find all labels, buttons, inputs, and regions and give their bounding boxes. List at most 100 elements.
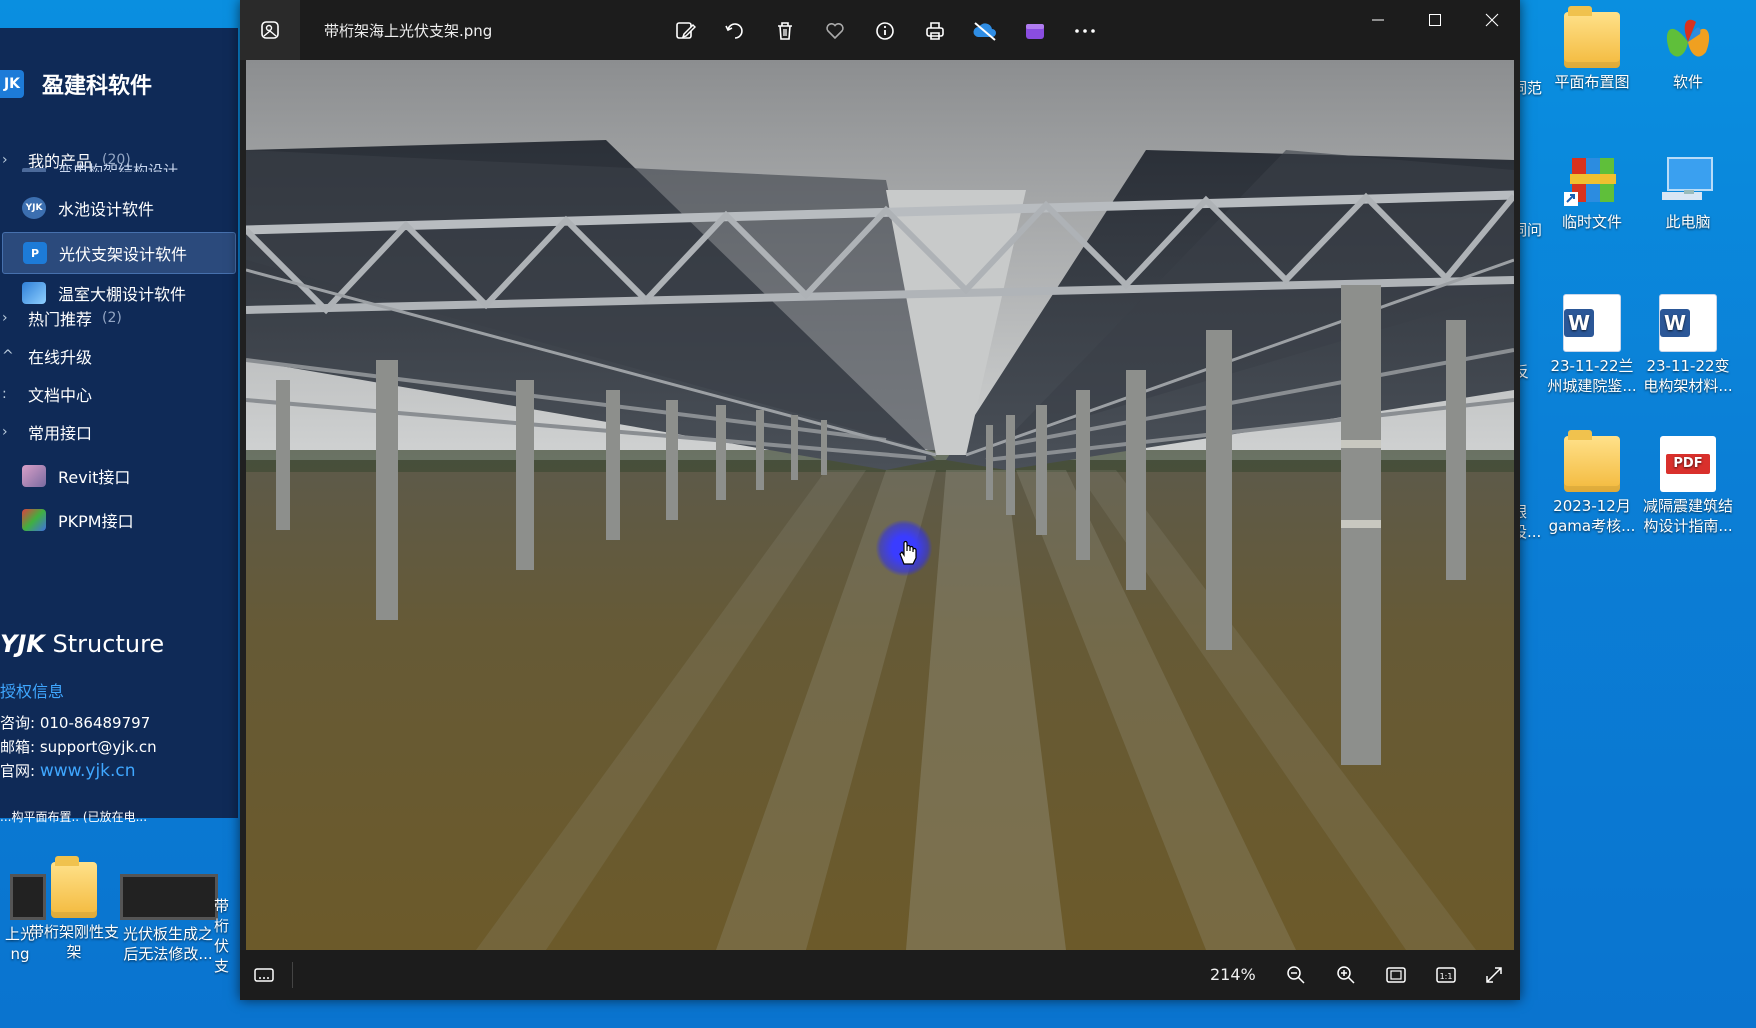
folder-icon (1564, 6, 1620, 68)
desktop-icon-word-doc-1[interactable]: W 23-11-22兰州城建院鉴... (1544, 294, 1640, 396)
folder-icon (51, 856, 97, 918)
desktop-icon-label: 光伏板生成之后无法修改... (122, 925, 213, 963)
desktop-icon-label: 23-11-22兰州城建院鉴... (1547, 357, 1637, 395)
divider (292, 962, 293, 988)
desktop-icon-label: 减隔震建筑结构设计指南... (1642, 497, 1733, 535)
group-label: 热门推荐 (28, 310, 93, 329)
butterfly-app-icon (1660, 12, 1716, 68)
word-doc-icon: W (1563, 294, 1621, 352)
word-doc-icon: W (1659, 294, 1717, 352)
cut-off-item[interactable]: 变电构架结构设计... (22, 156, 222, 172)
upgrade-icon: ^ (2, 348, 14, 364)
more-options-button[interactable] (1060, 14, 1110, 48)
file-info-button[interactable] (860, 14, 910, 48)
website-link[interactable]: www.yjk.cn (40, 761, 136, 781)
actual-size-button[interactable]: 1:1 (1426, 958, 1466, 992)
link-label: 在线升级 (28, 348, 93, 367)
item-pkpm-interface[interactable]: PKPM接口 (0, 500, 238, 540)
archive-icon (1564, 152, 1620, 208)
desktop-icon-truss-folder[interactable]: 带桁架刚性支架 (26, 856, 122, 962)
desktop-icon-floorplan-folder[interactable]: 平面布置图 (1544, 6, 1640, 92)
title-bar: 带桁架海上光伏支架.png (240, 0, 1520, 60)
info-icon (876, 22, 894, 40)
desktop-icon-truss-partial[interactable]: 带桁伏支 (214, 896, 240, 976)
desktop-icon-temp-files[interactable]: 临时文件 (1544, 152, 1640, 232)
desktop-icon-pv-video[interactable]: 光伏板生成之后无法修改... (120, 862, 218, 964)
onedrive-cloud-off-icon (973, 22, 996, 41)
item-label: 光伏支架设计软件 (59, 245, 188, 264)
zoom-out-icon (1287, 966, 1305, 984)
chevron-icon: › (2, 310, 8, 326)
pdf-icon: PDF (1660, 436, 1716, 492)
heart-icon (826, 23, 844, 40)
website-info: 官网: www.yjk.cn (0, 761, 136, 781)
favorite-button[interactable] (810, 14, 860, 48)
link-label: 常用接口 (28, 424, 93, 443)
desktop-icon-this-pc[interactable]: 此电脑 (1640, 152, 1736, 232)
revit-icon (22, 465, 46, 487)
group-hot-picks[interactable]: › 热门推荐 (2) (0, 304, 122, 332)
desktop-icon-label: 平面布置图 (1554, 73, 1630, 91)
desktop-icon-word-doc-2[interactable]: W 23-11-22变电构架材料... (1640, 294, 1736, 396)
video-thumbnail-icon (120, 874, 218, 920)
printer-icon (926, 22, 944, 40)
print-button[interactable] (910, 14, 960, 48)
yjk-software-icon: YJK (22, 197, 46, 219)
maximize-icon (1428, 14, 1441, 26)
pv-software-icon: P (23, 242, 47, 264)
desktop-icon-label: 软件 (1672, 73, 1703, 91)
item-revit-interface[interactable]: Revit接口 (0, 456, 238, 496)
zoom-out-button[interactable] (1276, 958, 1316, 992)
item-label: 温室大棚设计软件 (58, 285, 187, 304)
edit-image-icon (676, 22, 696, 39)
maximize-button[interactable] (1406, 0, 1463, 40)
rotate-button[interactable] (710, 14, 760, 48)
phone-info: 咨询: 010-86489797 (0, 714, 151, 732)
item-pool-design[interactable]: YJK 水池设计软件 (0, 188, 238, 228)
photos-app-icon[interactable] (240, 0, 300, 60)
fit-to-window-button[interactable] (1376, 958, 1416, 992)
folder-icon (1564, 430, 1620, 492)
photo-canvas[interactable] (246, 60, 1514, 950)
close-icon (1485, 13, 1498, 27)
zoom-level[interactable]: 214% (1210, 965, 1256, 984)
close-button[interactable] (1463, 0, 1520, 40)
link-online-upgrade[interactable]: ^ 在线升级 (0, 342, 92, 370)
onedrive-button[interactable] (960, 14, 1010, 48)
desktop-icon-pdf-guide[interactable]: PDF 减隔震建筑结构设计指南... (1640, 436, 1736, 536)
minimize-button[interactable] (1349, 0, 1406, 40)
video-editor-icon (1026, 24, 1044, 39)
desktop-icon-label: 此电脑 (1665, 213, 1711, 231)
desktop-icon-label: 带桁架刚性支架 (28, 923, 119, 961)
desktop-icon-gama-folder[interactable]: 2023-12月gama考核... (1544, 430, 1640, 536)
fit-window-icon (1386, 967, 1406, 983)
zoom-in-icon (1337, 966, 1355, 984)
filmstrip-icon (254, 968, 274, 982)
hand-cursor-icon (899, 540, 917, 565)
filmstrip-button[interactable] (244, 958, 284, 992)
desktop-icon-label: 2023-12月gama考核... (1548, 497, 1636, 535)
link-common-interfaces[interactable]: › 常用接口 (0, 418, 92, 446)
item-label: PKPM接口 (58, 512, 134, 531)
zoom-in-button[interactable] (1326, 958, 1366, 992)
minimize-icon (1371, 19, 1384, 21)
actual-size-icon: 1:1 (1436, 967, 1456, 983)
desktop-icon-software[interactable]: 软件 (1640, 12, 1736, 92)
bottom-bar: 214% 1:1 (240, 950, 1520, 1000)
license-info-link[interactable]: 授权信息 (0, 678, 64, 702)
offshore-pv-truss-photo (246, 60, 1514, 950)
desktop-icon-label: 临时文件 (1561, 213, 1622, 231)
group-count: (2) (102, 310, 122, 326)
clipchamp-button[interactable] (1010, 14, 1060, 48)
item-label: 水池设计软件 (58, 200, 155, 219)
yjk-launcher-panel: JK 盈建科软件 › 我的产品 (20) 变电构架结构设计... YJK 水池设… (0, 28, 238, 818)
trash-icon (778, 22, 792, 40)
full-screen-button[interactable] (1474, 958, 1514, 992)
file-name: 带桁架海上光伏支架.png (324, 22, 493, 40)
link-doc-center[interactable]: : 文档中心 (0, 380, 92, 408)
edit-image-button[interactable] (660, 14, 710, 48)
item-pv-bracket-design[interactable]: P 光伏支架设计软件 (2, 232, 236, 274)
svg-text:1:1: 1:1 (1440, 972, 1453, 981)
delete-button[interactable] (760, 14, 810, 48)
desktop-icon-label: 带桁伏支 (214, 897, 230, 975)
